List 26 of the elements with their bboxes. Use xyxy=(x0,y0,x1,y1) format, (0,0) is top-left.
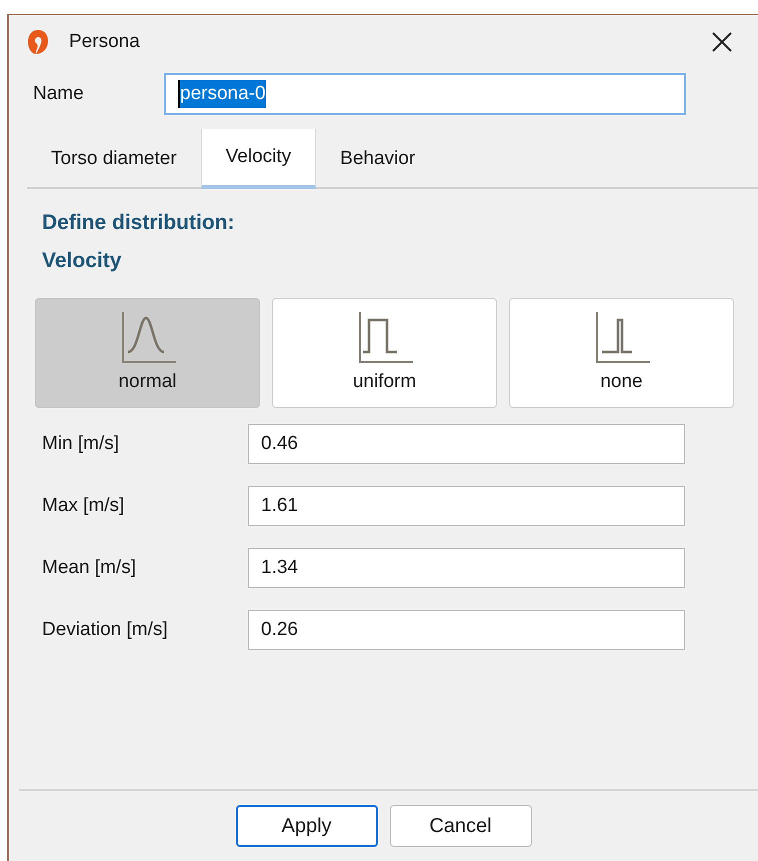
distribution-button[interactable]: none xyxy=(509,298,734,408)
tab[interactable]: Behavior xyxy=(316,131,440,187)
normal-distribution-icon xyxy=(120,310,176,366)
value-field[interactable]: 0.26 xyxy=(248,610,685,650)
name-field[interactable]: persona-0 xyxy=(164,73,686,115)
field-label: Max [m/s] xyxy=(42,494,126,518)
dialog-button[interactable]: Apply xyxy=(236,805,378,847)
field-label: Deviation [m/s] xyxy=(42,618,169,642)
app-logo-icon xyxy=(27,29,49,55)
name-label: Name xyxy=(33,82,85,106)
none-distribution-icon xyxy=(594,310,650,366)
field-label: Min [m/s] xyxy=(42,432,120,456)
uniform-distribution-icon xyxy=(356,310,412,366)
distribution-button[interactable]: uniform xyxy=(272,298,497,408)
window-title: Persona xyxy=(69,30,140,54)
value-field[interactable]: 1.61 xyxy=(248,486,685,526)
section-heading: Define distribution: xyxy=(42,210,236,236)
value-field[interactable]: 1.34 xyxy=(248,548,685,588)
close-icon xyxy=(711,31,733,53)
distribution-button[interactable]: normal xyxy=(35,298,260,408)
value-field[interactable]: 0.46 xyxy=(248,424,685,464)
section-heading: Velocity xyxy=(42,248,122,274)
dialog-button[interactable]: Cancel xyxy=(390,805,532,847)
tab[interactable]: Torso diameter xyxy=(27,131,201,187)
tab[interactable]: Velocity xyxy=(200,129,316,189)
field-label: Mean [m/s] xyxy=(42,556,137,580)
